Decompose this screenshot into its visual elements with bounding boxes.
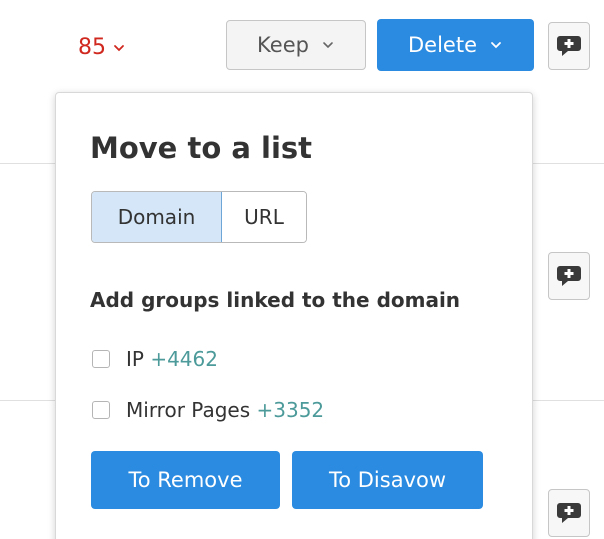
mirror-pages-checkbox[interactable] <box>92 401 110 419</box>
comment-button[interactable] <box>548 22 590 70</box>
delete-button[interactable]: Delete <box>377 19 534 71</box>
score-dropdown[interactable]: 85 <box>78 30 126 66</box>
page: 85 Keep Delete Move to a list Domain URL… <box>0 0 604 539</box>
option-count: +4462 <box>150 347 218 371</box>
section-label: Add groups linked to the domain <box>90 288 461 312</box>
chevron-down-icon <box>114 45 124 52</box>
to-remove-button[interactable]: To Remove <box>91 451 280 509</box>
option-mirror-pages[interactable]: Mirror Pages +3352 <box>92 398 324 422</box>
option-ip[interactable]: IP +4462 <box>92 347 218 371</box>
to-disavow-button[interactable]: To Disavow <box>292 451 483 509</box>
option-label: IP <box>126 347 144 371</box>
keep-button[interactable]: Keep <box>226 20 366 70</box>
move-to-list-popup: Move to a list Domain URL Add groups lin… <box>55 92 533 539</box>
list-type-toggle: Domain URL <box>91 191 307 243</box>
chevron-down-icon <box>491 42 501 49</box>
comment-button[interactable] <box>548 489 590 537</box>
option-label: Mirror Pages <box>126 398 251 422</box>
keep-button-label: Keep <box>257 33 309 57</box>
segment-url[interactable]: URL <box>222 192 306 242</box>
score-value: 85 <box>78 35 106 60</box>
option-count: +3352 <box>256 398 325 422</box>
chevron-down-icon <box>323 42 333 49</box>
comment-icon <box>557 266 581 286</box>
ip-checkbox[interactable] <box>92 350 110 368</box>
popup-title: Move to a list <box>90 131 313 165</box>
delete-button-label: Delete <box>408 33 477 57</box>
segment-domain[interactable]: Domain <box>92 192 222 242</box>
comment-icon <box>557 503 581 523</box>
comment-icon <box>557 36 581 56</box>
comment-button[interactable] <box>548 252 590 300</box>
